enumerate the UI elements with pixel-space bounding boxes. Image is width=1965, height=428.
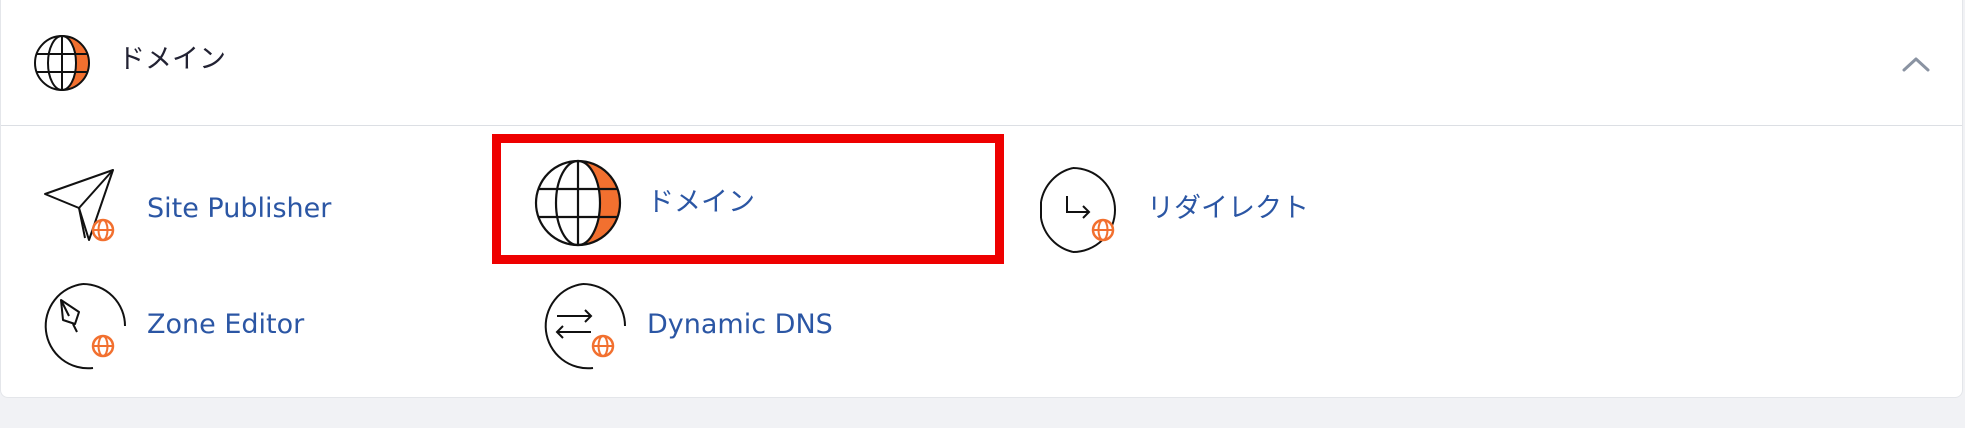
highlight-box [492,134,1004,264]
site-publisher-label: Site Publisher [147,193,332,224]
redirect-arrow-globe-icon [1040,167,1116,253]
site-publisher-link[interactable]: Site Publisher [33,160,373,260]
redirects-link[interactable]: リダイレクト [1033,160,1373,260]
swap-arrows-globe-icon [544,283,626,370]
section-header[interactable]: ドメイン [1,0,1962,126]
chevron-up-icon[interactable] [1899,52,1933,76]
dynamic-dns-label: Dynamic DNS [647,309,833,340]
dynamic-dns-link[interactable]: Dynamic DNS [533,276,873,376]
globe-icon [34,35,90,91]
pen-nib-globe-icon [44,283,126,370]
section-title: ドメイン [118,44,226,75]
zone-editor-label: Zone Editor [147,309,305,340]
zone-editor-link[interactable]: Zone Editor [33,276,373,376]
redirects-label: リダイレクト [1147,193,1309,224]
paper-plane-globe-icon [44,169,115,242]
domains-panel: ドメイン Site Publisher ドメイン リダイレクト Zone Edi… [0,0,1963,398]
